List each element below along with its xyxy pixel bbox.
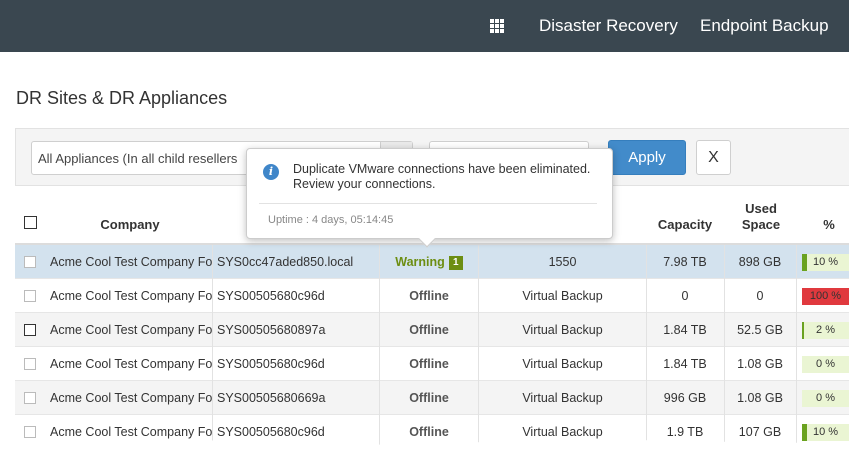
warning-count-badge[interactable]: 1 (448, 256, 463, 270)
capacity-cell: 996 GB (663, 391, 707, 405)
top-navigation-bar: Disaster Recovery Endpoint Backup (0, 0, 849, 52)
nav-disaster-recovery[interactable]: Disaster Recovery (539, 16, 678, 36)
column-header-percent[interactable]: % (818, 217, 840, 232)
row-checkbox[interactable] (24, 358, 36, 370)
usage-percent: 10 % (812, 256, 839, 268)
usage-bar: 0 % (802, 390, 849, 407)
status-cell: Offline (409, 391, 449, 405)
tooltip-divider (259, 203, 597, 204)
company-cell: Acme Cool Test Company For (50, 289, 212, 303)
status-cell: Offline (409, 323, 449, 337)
apps-grid-icon[interactable] (490, 19, 504, 33)
type-cell: Virtual Backup (522, 323, 603, 337)
usage-percent: 0 % (816, 392, 835, 404)
appliance-filter-value: All Appliances (In all child resellers (38, 151, 238, 166)
capacity-cell: 1.84 TB (663, 357, 707, 371)
row-checkbox[interactable] (24, 290, 36, 302)
usage-percent: 2 % (816, 324, 835, 336)
status-cell: Warning 1 (380, 245, 478, 279)
page-title: DR Sites & DR Appliances (16, 88, 228, 108)
usage-bar: 100 % (802, 288, 849, 305)
tooltip-message: Duplicate VMware connections have been e… (293, 162, 603, 192)
nav-endpoint-backup[interactable]: Endpoint Backup (700, 16, 829, 36)
status-tooltip: i Duplicate VMware connections have been… (246, 148, 613, 239)
usage-bar: 0 % (802, 356, 849, 373)
used-space-cell: 898 GB (738, 255, 782, 269)
table-row[interactable]: Acme Cool Test Company For SYS0050568066… (15, 381, 849, 415)
tooltip-message-line1: Duplicate VMware connections have been e… (293, 162, 591, 176)
system-cell[interactable]: SYS00505680c96d (217, 279, 377, 313)
company-cell: Acme Cool Test Company For (50, 391, 212, 405)
used-space-cell: 0 (756, 289, 764, 303)
used-space-cell: 52.5 GB (737, 323, 783, 337)
usage-percent: 0 % (816, 358, 835, 370)
company-cell: Acme Cool Test Company For (50, 323, 212, 337)
system-cell[interactable]: SYS00505680669a (217, 381, 377, 415)
tooltip-uptime: Uptime : 4 days, 05:14:45 (268, 214, 394, 226)
type-cell: Virtual Backup (522, 391, 603, 405)
column-header-company[interactable]: Company (98, 217, 162, 232)
apply-button[interactable]: Apply (608, 140, 686, 175)
system-cell[interactable]: SYS00505680897a (217, 313, 377, 347)
status-text: Warning (395, 255, 445, 269)
column-header-used-space-line2[interactable]: Space (736, 217, 786, 232)
type-cell: 1550 (548, 255, 577, 269)
capacity-cell: 0 (681, 289, 689, 303)
table-row[interactable]: Acme Cool Test Company For SYS0050568089… (15, 313, 849, 347)
table-row[interactable]: Acme Cool Test Company For SYS00505680c9… (15, 279, 849, 313)
select-all-checkbox[interactable] (24, 216, 37, 229)
table-row[interactable]: Acme Cool Test Company For SYS0cc47aded8… (15, 245, 849, 279)
used-space-cell: 1.08 GB (737, 357, 783, 371)
row-checkbox[interactable] (24, 392, 36, 404)
capacity-cell: 7.98 TB (663, 255, 707, 269)
type-cell: Virtual Backup (522, 357, 603, 371)
status-cell: Offline (409, 357, 449, 371)
clear-filter-button[interactable]: X (696, 140, 731, 175)
system-cell[interactable]: SYS00505680c96d (217, 347, 377, 381)
column-header-used-space-line1[interactable]: Used (736, 201, 786, 216)
row-checkbox[interactable] (24, 256, 36, 268)
status-cell: Offline (409, 289, 449, 303)
column-header-capacity[interactable]: Capacity (652, 217, 718, 232)
usage-bar: 2 % (802, 322, 849, 339)
company-cell: Acme Cool Test Company For (50, 357, 212, 371)
row-checkbox[interactable] (24, 324, 36, 336)
torn-edge-decoration (0, 439, 849, 455)
tooltip-message-line2: Review your connections. (293, 177, 436, 191)
usage-bar: 10 % (802, 254, 849, 271)
capacity-cell: 1.84 TB (663, 323, 707, 337)
info-icon: i (263, 164, 279, 180)
company-cell: Acme Cool Test Company For (50, 255, 212, 269)
type-cell: Virtual Backup (522, 289, 603, 303)
system-cell[interactable]: SYS0cc47aded850.local (217, 245, 377, 279)
table-row[interactable]: Acme Cool Test Company For SYS00505680c9… (15, 347, 849, 381)
used-space-cell: 1.08 GB (737, 391, 783, 405)
usage-percent: 100 % (809, 290, 842, 302)
